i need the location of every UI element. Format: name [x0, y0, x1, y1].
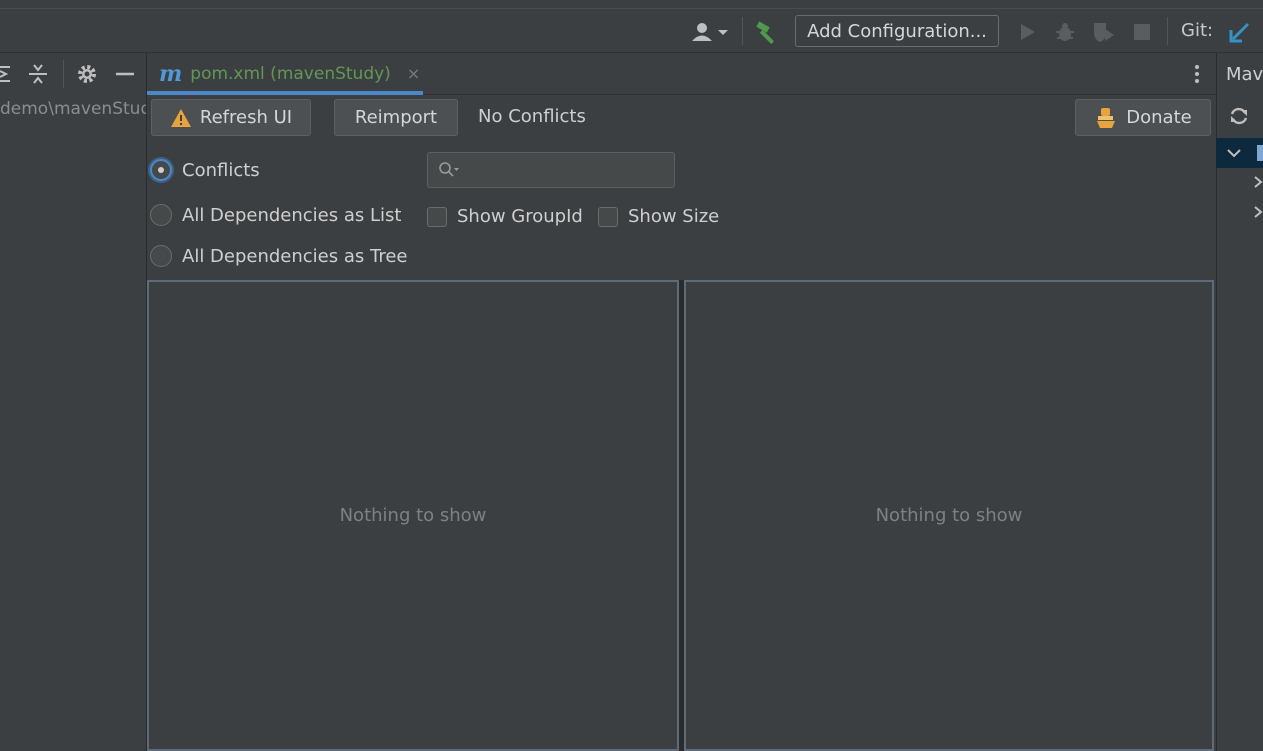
radio-label: Conflicts [182, 159, 260, 181]
conflict-status-text: No Conflicts [478, 106, 586, 127]
checkbox-label: Show GroupId [457, 206, 583, 227]
toolbar-separator [63, 60, 64, 88]
expand-all-icon[interactable] [0, 63, 12, 85]
project-path[interactable]: demo\mavenStud [0, 99, 146, 119]
debug-icon[interactable] [1053, 20, 1077, 44]
radio-label: All Dependencies as List [182, 204, 402, 226]
empty-state-text: Nothing to show [339, 505, 487, 526]
search-icon [439, 162, 459, 177]
search-input[interactable] [466, 160, 656, 180]
user-switch-icon[interactable] [690, 20, 730, 44]
show-groupid-option[interactable]: Show GroupId [427, 206, 583, 227]
dependency-list-pane[interactable]: Nothing to show [147, 280, 679, 751]
build-hammer-icon[interactable] [754, 20, 780, 44]
tab-pom-xml[interactable]: m pom.xml (mavenStudy) × [147, 56, 423, 95]
radio-label: All Dependencies as Tree [182, 245, 408, 267]
coffee-cup-icon [1097, 107, 1116, 128]
search-field[interactable] [427, 152, 675, 188]
refresh-ui-label: Refresh UI [199, 107, 293, 128]
donate-button[interactable]: Donate [1075, 99, 1211, 136]
more-options-icon[interactable] [1190, 64, 1204, 84]
git-update-icon[interactable] [1228, 21, 1252, 43]
radio-conflicts[interactable]: Conflicts [150, 159, 260, 181]
radio-button[interactable] [150, 245, 172, 267]
radio-all-dependencies-list[interactable]: All Dependencies as List [150, 204, 401, 226]
radio-all-dependencies-tree[interactable]: All Dependencies as Tree [150, 245, 408, 267]
gear-icon[interactable] [75, 62, 99, 86]
checkbox-label: Show Size [628, 206, 720, 227]
reimport-button[interactable]: Reimport [334, 99, 458, 136]
radio-button-selected[interactable] [150, 159, 172, 181]
toolbar-separator [742, 17, 743, 45]
chevron-right-icon[interactable] [1253, 204, 1263, 220]
reload-icon[interactable] [1228, 105, 1250, 127]
add-configuration-button[interactable]: Add Configuration... [795, 15, 999, 47]
show-size-checkbox[interactable] [598, 206, 618, 227]
maven-project-icon [1255, 143, 1263, 163]
chevron-right-icon[interactable] [1253, 174, 1263, 190]
git-label: Git: [1181, 20, 1214, 41]
run-icon[interactable] [1016, 21, 1038, 43]
toolbar-separator [1167, 17, 1168, 45]
toolbar-divider [0, 8, 1263, 9]
show-size-option[interactable]: Show Size [598, 206, 719, 227]
empty-state-text: Nothing to show [875, 505, 1023, 526]
collapse-all-icon[interactable] [27, 62, 49, 86]
refresh-ui-button[interactable]: Refresh UI [151, 99, 311, 136]
chevron-down-icon[interactable] [1226, 144, 1242, 162]
maven-panel-title: Mav [1226, 64, 1263, 85]
tab-label: pom.xml (mavenStudy) [190, 63, 391, 84]
run-with-coverage-icon[interactable] [1091, 20, 1117, 44]
dependency-detail-pane[interactable]: Nothing to show [684, 280, 1214, 751]
close-icon[interactable]: × [407, 64, 420, 83]
warning-icon [170, 108, 191, 127]
show-groupid-checkbox[interactable] [427, 206, 447, 227]
donate-label: Donate [1126, 107, 1192, 128]
maven-file-icon: m [159, 60, 183, 87]
project-tool-window [0, 53, 147, 751]
minimize-icon[interactable] [115, 63, 135, 85]
stop-icon[interactable] [1132, 22, 1152, 42]
radio-button[interactable] [150, 204, 172, 226]
